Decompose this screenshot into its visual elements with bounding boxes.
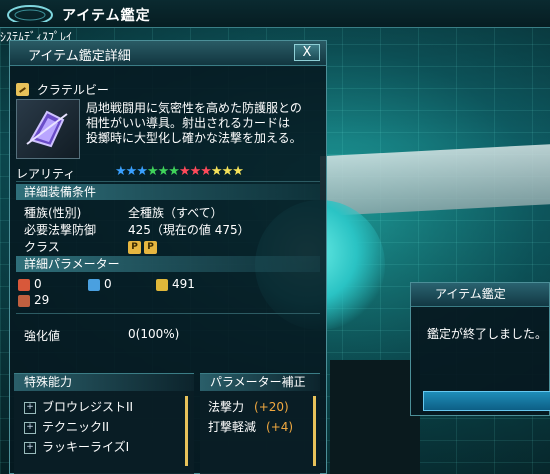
expand-icon[interactable]: + [24, 441, 36, 454]
top-bar: アイテム鑑定 [0, 0, 550, 28]
rarity-star-icon: ★ [146, 164, 159, 179]
dialog-title: アイテム鑑定 [411, 283, 549, 307]
param-bonus-row: 打撃軽減 (+4) [208, 418, 293, 435]
item-name-row: クラテルビー [16, 81, 316, 97]
param-bonus-title: パラメーター補正 [200, 374, 320, 391]
scrollbar[interactable] [313, 396, 316, 466]
top-deco-text: ｼｽﾃﾑﾃﾞｨｽﾌﾟﾚｲ [0, 30, 73, 44]
ability-label: ラッキーライズI [42, 440, 130, 454]
scrollbar[interactable] [185, 396, 188, 466]
panel-title: アイテム鑑定詳細 [28, 49, 131, 64]
background-shadow-block [330, 360, 420, 474]
grind-value: 0(100%) [128, 327, 180, 341]
ability-label: テクニックII [42, 420, 110, 434]
ability-label: ブロウレジストII [42, 400, 134, 414]
tech-icon [156, 278, 168, 291]
requirement-key: クラス [24, 240, 60, 254]
rarity-star-icon: ★ [168, 164, 180, 179]
rarity-star-icon: ★ [232, 164, 244, 179]
param-bonus-key: 打撃軽減 [208, 420, 257, 434]
expand-icon[interactable]: + [24, 401, 36, 414]
param-bonus-box: パラメーター補正 法撃力 (+20) 打撃軽減 (+4) [200, 373, 320, 474]
rarity-star-icon: ★ [221, 164, 234, 179]
dialog-message: 鑑定が終了しました。 [427, 327, 548, 341]
panel-header: アイテム鑑定詳細 X [10, 41, 326, 66]
rarity-star-icon: ★ [200, 164, 212, 179]
param-strike: 0 [18, 277, 42, 291]
window-title: アイテム鑑定 [62, 8, 151, 24]
item-description: 局地戦闘用に気密性を高めた防護服との 相性がいい導具。射出されるカードは 投擲時… [86, 101, 302, 145]
rarity-star-icon: ★ [210, 164, 223, 179]
rarity-star-icon: ★ [125, 164, 138, 179]
class-badge-icon: P [128, 241, 141, 254]
item-thumbnail [16, 99, 80, 159]
param-bonus-row: 法撃力 (+20) [208, 398, 289, 415]
background-structure [320, 143, 550, 217]
divider [16, 313, 320, 314]
class-badges: PP [128, 238, 160, 254]
requirement-value: 全種族（すべて） [128, 206, 223, 220]
ability-item[interactable]: + ラッキーライズI [24, 438, 129, 455]
special-abilities-title: 特殊能力 [14, 374, 194, 391]
requirement-key: 種族(性別) [24, 206, 82, 220]
rarity-star-icon: ★ [189, 164, 202, 179]
rarity-star-icon: ★ [157, 164, 170, 179]
param-value: 29 [34, 293, 50, 307]
param-tech: 491 [156, 277, 195, 291]
param-bonus-key: 法撃力 [208, 400, 245, 414]
param-range: 0 [88, 277, 112, 291]
ability-item[interactable]: + ブロウレジストII [24, 398, 133, 415]
rarity-stars: ★★★★★★★★★★★★ [115, 164, 244, 179]
divider [16, 181, 320, 182]
dex-icon [18, 294, 30, 307]
expand-icon[interactable]: + [24, 421, 36, 434]
param-value: 491 [172, 277, 195, 291]
rarity-star-icon: ★ [115, 164, 127, 179]
requirement-key: 必要法撃防御 [24, 223, 97, 237]
param-dex: 29 [18, 293, 49, 307]
weapon-category-icon [16, 83, 29, 96]
class-badge-icon: P [144, 241, 157, 254]
card-weapon-image [26, 110, 68, 148]
param-bonus-value: (+20) [254, 400, 289, 414]
section-params: 詳細パラメーター [16, 256, 320, 272]
item-appraisal-detail-panel: アイテム鑑定詳細 X クラテルビー 局地戦闘用に気密性を高めた防護服との 相性が… [9, 40, 327, 474]
rarity-star-icon: ★ [178, 164, 191, 179]
grind-label: 強化値 [24, 329, 61, 343]
param-value: 0 [34, 277, 42, 291]
strike-icon [18, 278, 30, 291]
param-value: 0 [104, 277, 112, 291]
ability-item[interactable]: + テクニックII [24, 418, 109, 435]
requirement-value: 425（現在の値 475） [128, 223, 250, 237]
close-button[interactable]: X [294, 44, 320, 61]
confirm-button[interactable] [423, 391, 550, 411]
emblem-icon [7, 5, 53, 22]
special-abilities-box: 特殊能力 + ブロウレジストII + テクニックII + ラッキーライズI [14, 373, 194, 474]
section-requirements: 詳細装備条件 [16, 184, 320, 200]
range-icon [88, 278, 100, 291]
param-bonus-value: (+4) [266, 420, 294, 434]
item-name: クラテルビー [36, 83, 109, 97]
rarity-star-icon: ★ [136, 164, 148, 179]
appraisal-complete-dialog: アイテム鑑定 鑑定が終了しました。 [410, 282, 550, 416]
